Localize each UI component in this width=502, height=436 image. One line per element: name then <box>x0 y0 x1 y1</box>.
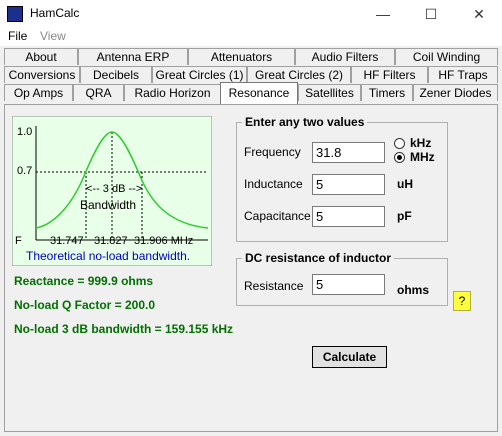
graph-x-label-center: 31.827 <box>94 235 128 247</box>
mhz-radio[interactable] <box>394 152 405 163</box>
tab-great-circles-2[interactable]: Great Circles (2) <box>247 66 351 83</box>
tab-timers[interactable]: Timers <box>361 84 413 101</box>
frequency-label: Frequency <box>244 145 301 159</box>
tab-great-circles-1[interactable]: Great Circles (1) <box>152 66 247 83</box>
graph-y-label-0-7: 0.7 <box>17 165 33 177</box>
inductance-field[interactable]: 5 <box>312 174 385 195</box>
khz-radio[interactable] <box>394 138 405 149</box>
graph-bw-arrow: <-- 3 dB --> <box>86 183 143 195</box>
q-factor-result: No-load Q Factor = 200.0 <box>14 298 156 312</box>
resistance-field[interactable]: 5 <box>312 274 385 295</box>
graph-f-label: F <box>15 235 22 247</box>
calculate-button[interactable]: Calculate <box>312 346 387 368</box>
menu-file[interactable]: File <box>8 29 27 43</box>
resistance-unit: ohms <box>397 283 430 297</box>
capacitance-unit: pF <box>397 209 412 223</box>
graph-x-label-low: 31.747 <box>50 235 84 247</box>
resistance-label: Resistance <box>244 279 304 293</box>
dc-resistance-title: DC resistance of inductor <box>242 251 395 265</box>
reactance-result: Reactance = 999.9 ohms <box>14 274 154 288</box>
input-group-title: Enter any two values <box>242 115 368 129</box>
tab-conversions[interactable]: Conversions <box>4 66 80 83</box>
minimize-icon[interactable]: — <box>360 0 406 28</box>
window-title: HamCalc <box>30 6 80 20</box>
khz-label: kHz <box>410 136 432 150</box>
inductance-unit: uH <box>397 177 413 191</box>
capacitance-field[interactable]: 5 <box>312 206 385 227</box>
graph-x-label-high: 31.906 MHz <box>134 235 194 247</box>
help-button[interactable]: ? <box>453 291 471 311</box>
menu-bar <box>0 28 502 46</box>
tab-about[interactable]: About <box>4 48 78 65</box>
capacitance-label: Capacitance <box>244 209 311 223</box>
graph-bandwidth-label: Bandwidth <box>80 198 137 212</box>
tab-coil-winding[interactable]: Coil Winding <box>395 48 498 65</box>
menu-view[interactable]: View <box>40 29 66 43</box>
mhz-label: MHz <box>410 150 435 164</box>
tab-attenuators[interactable]: Attenuators <box>188 48 295 65</box>
tab-satellites[interactable]: Satellites <box>298 84 361 101</box>
close-icon[interactable]: ✕ <box>456 0 502 28</box>
tab-op-amps[interactable]: Op Amps <box>4 84 73 101</box>
tab-zener-diodes[interactable]: Zener Diodes <box>413 84 498 101</box>
graph-y-label-1: 1.0 <box>17 126 33 138</box>
frequency-field[interactable]: 31.8 <box>312 142 385 163</box>
tab-hf-filters[interactable]: HF Filters <box>351 66 428 83</box>
bandwidth-result: No-load 3 dB bandwidth = 159.155 kHz <box>14 322 234 336</box>
tab-qra[interactable]: QRA <box>73 84 124 101</box>
tab-decibels[interactable]: Decibels <box>80 66 152 83</box>
tab-hf-traps[interactable]: HF Traps <box>428 66 498 83</box>
tab-resonance[interactable]: Resonance <box>220 82 298 105</box>
app-icon <box>7 6 23 22</box>
maximize-icon[interactable]: ☐ <box>408 0 454 28</box>
inductance-label: Inductance <box>244 177 303 191</box>
tab-antenna-erp[interactable]: Antenna ERP <box>78 48 188 65</box>
tab-radio-horizon[interactable]: Radio Horizon <box>124 84 221 101</box>
graph-caption: Theoretical no-load bandwidth. <box>26 249 191 263</box>
tab-audio-filters[interactable]: Audio Filters <box>295 48 395 65</box>
